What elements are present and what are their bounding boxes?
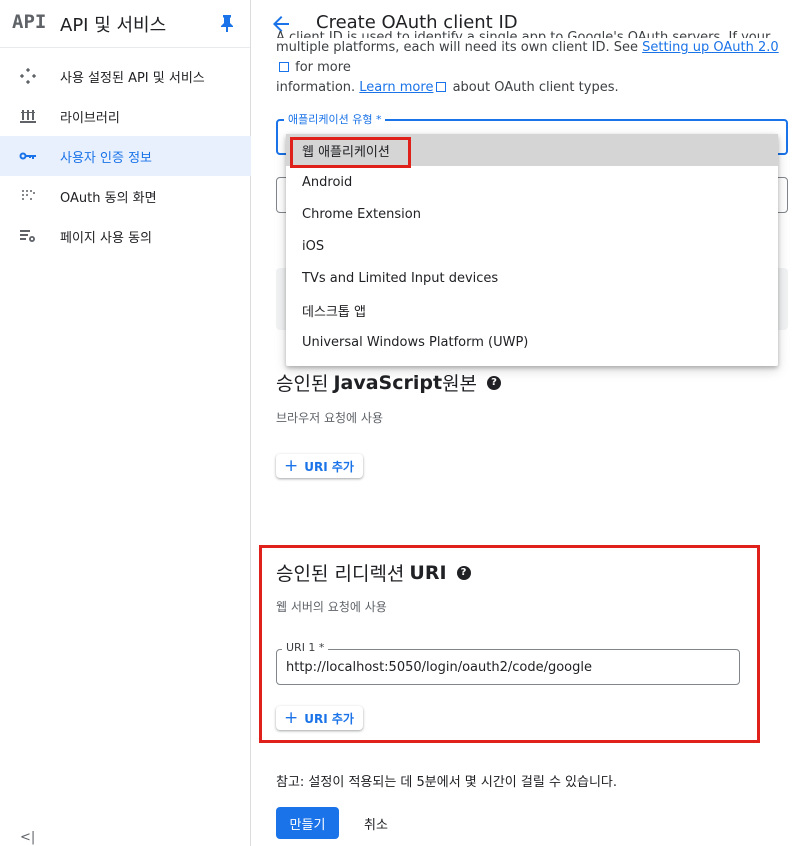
external-link-icon <box>436 82 447 92</box>
key-icon <box>18 147 38 165</box>
plus-icon: + <box>284 455 299 476</box>
js-origins-subtitle: 브라우저 요청에 사용 <box>276 411 383 425</box>
intro-text-segment: information. <box>276 80 360 95</box>
help-icon[interactable]: ? <box>487 375 502 390</box>
dropdown-option-tvs[interactable]: TVs and Limited Input devices <box>286 262 778 294</box>
intro-text-segment: multiple platforms, each will need its o… <box>276 40 643 55</box>
consent-dots-icon <box>18 187 38 205</box>
dropdown-option-chrome-extension[interactable]: Chrome Extension <box>286 198 778 230</box>
highlight-box-redirect <box>259 545 760 743</box>
library-icon <box>18 107 38 125</box>
api-logo: API <box>12 11 47 33</box>
intro-line-3: information. Learn more about OAuth clie… <box>276 78 791 98</box>
dropdown-option-ios[interactable]: iOS <box>286 230 778 262</box>
dropdown-option-android[interactable]: Android <box>286 166 778 198</box>
sidebar-item-credentials[interactable]: 사용자 인증 정보 <box>0 136 251 176</box>
sidebar-item-label: 사용자 인증 정보 <box>60 150 152 166</box>
sidebar-item-enabled-apis[interactable]: 사용 설정된 API 및 서비스 <box>0 56 251 96</box>
intro-text-segment: about OAuth client types. <box>448 80 619 95</box>
button-label: URI 추가 <box>304 459 354 474</box>
pin-icon[interactable] <box>219 14 235 32</box>
add-js-origin-uri-button[interactable]: + URI 추가 <box>276 454 363 478</box>
application-type-label: 애플리케이션 유형 * <box>284 111 386 127</box>
dropdown-option-desktop-app[interactable]: 데스크톱 앱 <box>286 294 778 326</box>
application-type-dropdown: 웹 애플리케이션 Android Chrome Extension iOS TV… <box>286 134 778 366</box>
intro-line-1: A client ID is used to identify a single… <box>276 30 771 38</box>
intro-text: A client ID is used to identify a single… <box>276 30 791 98</box>
sidebar-item-label: 페이지 사용 동의 <box>60 230 152 246</box>
sidebar-item-label: 라이브러리 <box>60 110 120 126</box>
sidebar-item-library[interactable]: 라이브러리 <box>0 96 251 136</box>
sidebar-header: API API 및 서비스 <box>0 0 250 48</box>
apis-diamond-icon <box>18 67 38 85</box>
sidebar-title: API 및 서비스 <box>60 15 167 36</box>
setting-up-oauth-link[interactable]: Setting up OAuth 2.0 <box>642 40 779 55</box>
highlight-box-web-app <box>290 137 411 168</box>
sidebar-item-oauth-consent[interactable]: OAuth 동의 화면 <box>0 176 251 216</box>
settings-list-icon <box>18 227 38 245</box>
collapse-sidebar-icon[interactable]: <| <box>20 830 35 845</box>
title-segment-bold: JavaScript <box>333 371 443 394</box>
settings-note: 참고: 설정이 적용되는 데 5분에서 몇 시간이 걸릴 수 있습니다. <box>276 775 618 790</box>
sidebar-nav: 사용 설정된 API 및 서비스 라이브러리 사용자 인증 정보 OAuth 동… <box>0 56 251 256</box>
cancel-button[interactable]: 취소 <box>352 807 400 839</box>
intro-line-2: multiple platforms, each will need its o… <box>276 38 791 78</box>
sidebar-item-page-usage[interactable]: 페이지 사용 동의 <box>0 216 251 256</box>
sidebar-item-label: OAuth 동의 화면 <box>60 190 157 206</box>
intro-text-segment: for more <box>291 60 351 75</box>
title-segment: 원본 <box>442 373 478 395</box>
sidebar-item-label: 사용 설정된 API 및 서비스 <box>60 70 205 86</box>
sidebar: API API 및 서비스 사용 설정된 API 및 서비스 라이브러리 사용자… <box>0 0 251 846</box>
js-origins-title: 승인된 JavaScript 원본 ? <box>276 369 502 396</box>
learn-more-link[interactable]: Learn more <box>359 80 433 95</box>
dropdown-option-uwp[interactable]: Universal Windows Platform (UWP) <box>286 326 778 358</box>
title-segment: 승인된 <box>276 373 329 395</box>
create-button[interactable]: 만들기 <box>276 807 339 839</box>
external-link-icon <box>279 62 289 72</box>
